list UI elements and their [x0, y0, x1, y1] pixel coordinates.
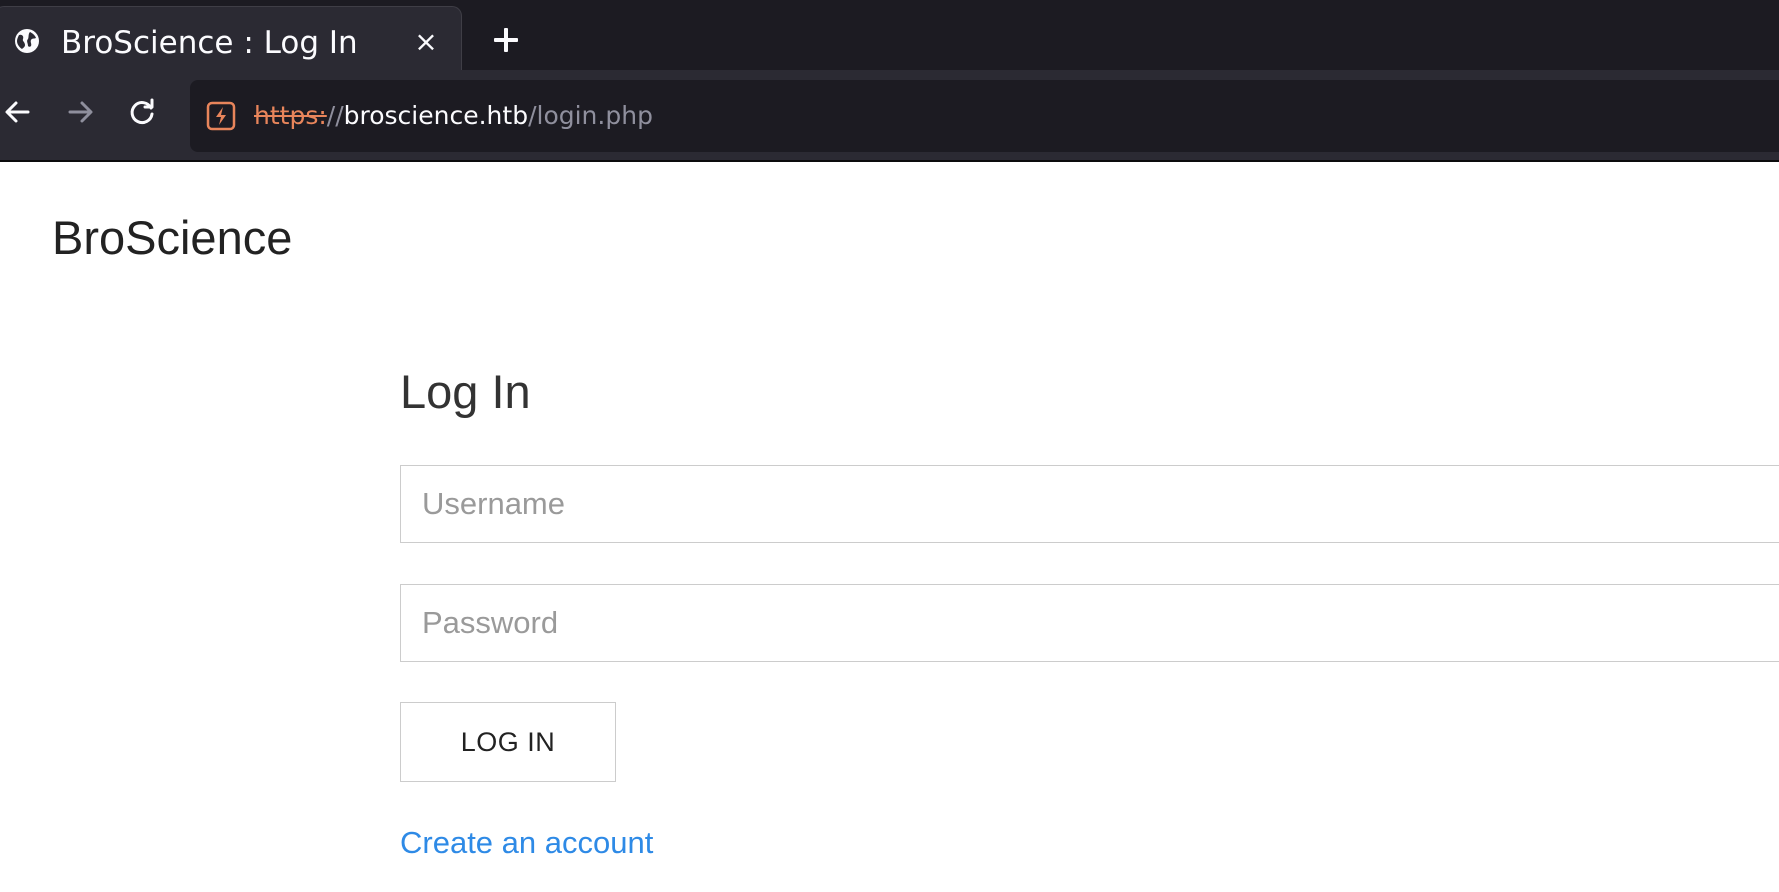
forward-arrow-icon[interactable] — [58, 90, 102, 134]
site-brand[interactable]: BroScience — [52, 210, 292, 266]
reload-icon[interactable] — [120, 90, 164, 134]
globe-icon — [15, 29, 39, 53]
login-button[interactable]: LOG IN — [400, 702, 616, 782]
url-scheme: https: — [254, 101, 327, 130]
url-text[interactable]: https://broscience.htb/login.php — [254, 98, 653, 134]
browser-tab-bar: BroScience : Log In × — [0, 0, 1779, 72]
tab-close-icon[interactable]: × — [409, 25, 443, 59]
url-path: /login.php — [528, 101, 653, 130]
toolbar-divider — [0, 160, 1779, 162]
plus-icon[interactable] — [486, 20, 526, 60]
browser-toolbar: https://broscience.htb/login.php — [0, 70, 1779, 162]
tab-title: BroScience : Log In — [61, 25, 358, 61]
username-input[interactable] — [400, 465, 1779, 543]
insecure-connection-icon[interactable] — [206, 101, 236, 131]
page-title: Log In — [400, 365, 531, 418]
url-bar[interactable]: https://broscience.htb/login.php — [190, 80, 1779, 152]
url-separator: // — [326, 101, 344, 130]
back-arrow-icon[interactable] — [0, 90, 42, 134]
url-host: broscience.htb — [343, 101, 529, 130]
password-input[interactable] — [400, 584, 1779, 662]
browser-tab[interactable]: BroScience : Log In × — [0, 6, 462, 72]
create-account-link[interactable]: Create an account — [400, 823, 653, 863]
